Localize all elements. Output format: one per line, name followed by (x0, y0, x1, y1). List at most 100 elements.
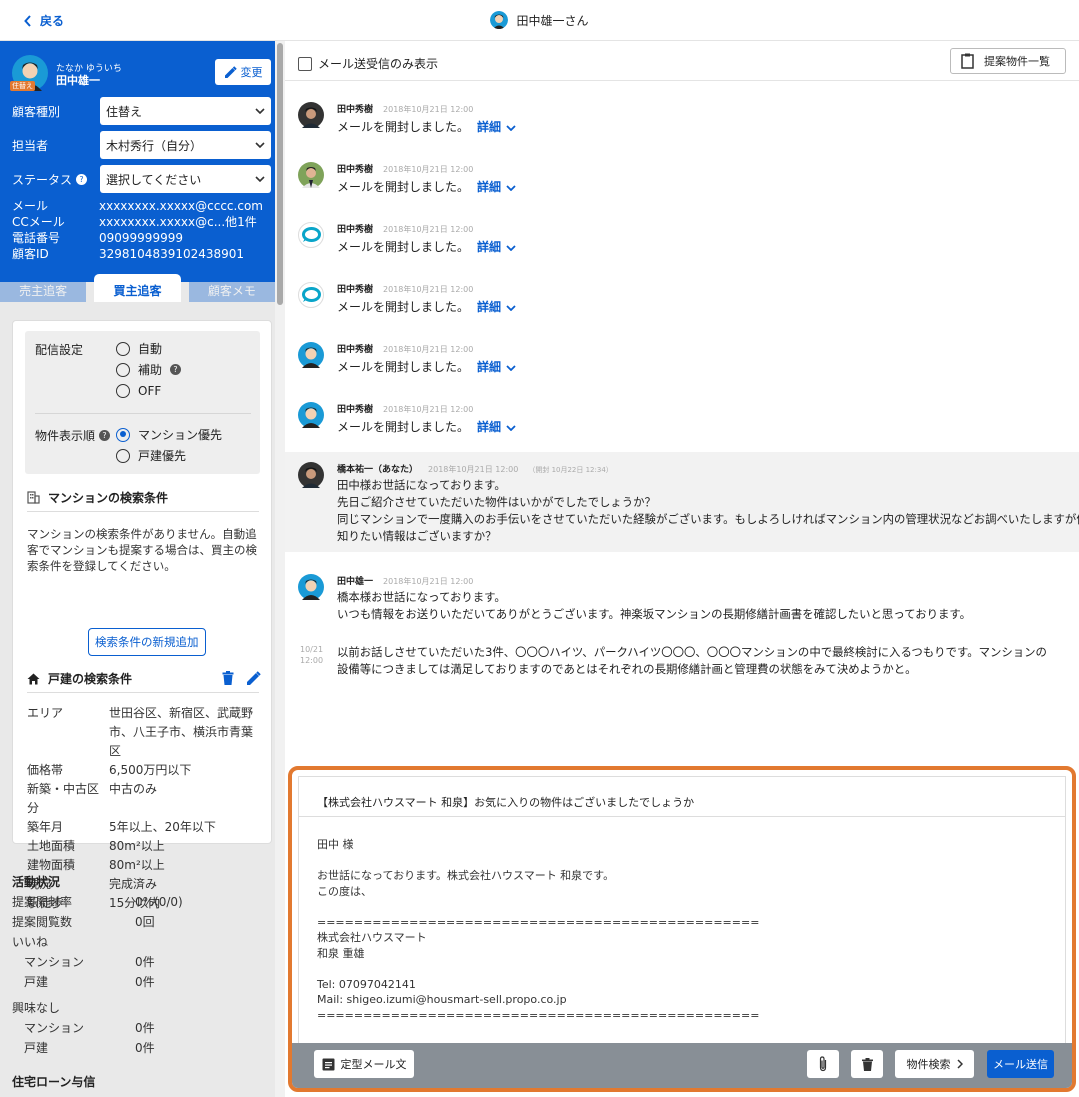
stat-key: 興味なし (12, 1001, 61, 1015)
help-icon[interactable]: ? (99, 430, 111, 441)
event-header: 田中秀樹 2018年10月21日 12:00 (337, 162, 473, 175)
assignee-row: 担当者 木村秀行（自分） (12, 131, 271, 159)
event-text: メールを開封しました。 (337, 180, 470, 194)
pencil-icon[interactable] (246, 671, 261, 686)
event-header: 田中秀樹 2018年10月21日 12:00 (337, 402, 473, 415)
tab-memo[interactable]: 顧客メモ (188, 282, 275, 302)
scrollbar-thumb[interactable] (277, 43, 283, 305)
detail-toggle[interactable]: 詳細 (477, 179, 516, 196)
detail-label: 詳細 (477, 360, 502, 374)
customer-type-select[interactable]: 住替え (100, 97, 271, 125)
delivery-auto-radio[interactable]: 自動 (116, 338, 181, 359)
order-label: 物件表示順? (35, 427, 111, 444)
stat-row: 提案閲覧数 0回 (12, 912, 262, 932)
stat-key: 戸建 (12, 1041, 49, 1055)
help-icon[interactable]: ? (76, 173, 88, 185)
event-timestamp: 2018年10月21日 12:00 (383, 405, 474, 414)
tab-buyer[interactable]: 買主追客 (94, 274, 181, 302)
property-search-button[interactable]: 物件検索 (895, 1050, 974, 1078)
attach-button[interactable] (807, 1050, 839, 1078)
only-mail-label: メール送受信のみ表示 (318, 57, 439, 71)
message-opened-status: （開封 10月22日 12:34） (528, 466, 613, 474)
condition-key: 土地面積 (27, 839, 76, 853)
body-line: この度は、 (317, 884, 372, 898)
top-bar: 戻る 田中雄一さん (0, 0, 1079, 41)
event-author: 田中秀樹 (337, 225, 374, 235)
subject-field[interactable]: 【株式会社ハウスマート 和泉】お気に入りの物件はございましたでしょうか (298, 776, 1066, 816)
order-mansion-radio[interactable]: マンション優先 (116, 424, 222, 445)
help-icon[interactable]: ? (170, 364, 182, 375)
customer-name: 田中雄一 (56, 74, 100, 87)
add-search-condition-button[interactable]: 検索条件の新規追加 (88, 628, 206, 656)
condition-key: 築年月 (27, 820, 64, 834)
email-value[interactable]: xxxxxxxx.xxxxx@cccc.com (99, 198, 263, 214)
message-line: 田中様お世話になっております。 (337, 478, 506, 492)
message-line: 先日ご紹介させていただいた物件はいかがでしたでしょうか？ (337, 495, 656, 509)
status-select[interactable]: 選択してください (100, 165, 271, 193)
send-mail-button[interactable]: メール送信 (987, 1050, 1054, 1078)
condition-value: 80m²以上 (109, 839, 165, 853)
stat-key: マンション (12, 1021, 85, 1035)
event-author: 田中秀樹 (337, 165, 374, 175)
cc-email-label: CCメール (12, 215, 65, 229)
event-author: 田中秀樹 (337, 405, 374, 415)
stat-value: 0件 (135, 955, 155, 969)
customer-type-row: 顧客種別 住替え (12, 97, 271, 125)
customer-id-row: 顧客ID 3298104839102438901 (12, 246, 263, 262)
cc-email-value[interactable]: xxxxxxxx.xxxxx@c...他1件 (99, 214, 257, 230)
delivery-off-radio[interactable]: OFF (116, 380, 181, 401)
template-button[interactable]: 定型メール文 (314, 1050, 414, 1078)
message-line: 橋本様お世話になっております。 (337, 590, 506, 604)
detail-label: 詳細 (477, 300, 502, 314)
assignee-select[interactable]: 木村秀行（自分） (100, 131, 271, 159)
event-text: メールを開封しました。 (337, 360, 470, 374)
divider (27, 511, 259, 512)
message-body: 橋本様お世話になっております。 いつも情報をお送りいただいてありがとうございます… (337, 589, 971, 623)
message-timestamp: 2018年10月21日 12:00 (428, 465, 519, 474)
stat-row: 戸建 0件 (12, 1038, 262, 1058)
event-text: メールを開封しました。 (337, 240, 470, 254)
body-line: 田中 様 (317, 838, 354, 851)
order-house-radio[interactable]: 戸建優先 (116, 445, 222, 466)
proposals-button[interactable]: 提案物件一覧 (950, 48, 1066, 74)
chevron-down-icon (506, 244, 516, 251)
status-value: 選択してください (106, 172, 202, 187)
event-body: メールを開封しました。 詳細 (337, 179, 516, 196)
property-search-label: 物件検索 (906, 1058, 951, 1071)
detail-toggle[interactable]: 詳細 (477, 359, 516, 376)
phone-label: 電話番号 (12, 231, 61, 245)
stat-key: 戸建 (12, 975, 49, 989)
detail-toggle[interactable]: 詳細 (477, 419, 516, 436)
condition-row: 新築・中古区分 中古のみ (27, 780, 263, 818)
detail-toggle[interactable]: 詳細 (477, 119, 516, 136)
only-mail-checkbox[interactable]: メール送受信のみ表示 (298, 55, 438, 72)
contact-info: メール xxxxxxxx.xxxxx@cccc.com CCメール xxxxxxxx… (12, 198, 263, 262)
avatar (298, 462, 324, 488)
stat-key: マンション (12, 955, 85, 969)
detail-label: 詳細 (477, 240, 502, 254)
status-label-text: ステータス (12, 172, 73, 187)
trash-icon[interactable] (222, 671, 234, 686)
event-timestamp: 2018年10月21日 12:00 (383, 105, 474, 114)
condition-value: 中古のみ (109, 782, 158, 796)
mansion-section-title: マンションの検索条件 (27, 489, 168, 506)
delivery-assist-label: 補助 (138, 363, 163, 377)
message-panel: メール送受信のみ表示 提案物件一覧 田中秀樹 2018年10月21日 12:00 … (285, 41, 1079, 1097)
change-button[interactable]: 変更 (215, 59, 271, 85)
tab-seller[interactable]: 売主追客 (0, 282, 87, 302)
customer-badge: 住替え (10, 81, 35, 91)
detail-toggle[interactable]: 詳細 (477, 299, 516, 316)
body-line: ========================================… (317, 1008, 760, 1022)
delivery-assist-radio[interactable]: 補助? (116, 359, 182, 380)
detail-toggle[interactable]: 詳細 (477, 239, 516, 256)
activity-title: 活動状況 (12, 875, 61, 889)
mail-body-field[interactable]: 田中 様 お世話になっております。株式会社ハウスマート 和泉です。 この度は、 … (298, 816, 1066, 1044)
delivery-options: 自動 補助? OFF (116, 338, 182, 401)
delete-draft-button[interactable] (851, 1050, 883, 1078)
event-timestamp: 2018年10月21日 12:00 (383, 345, 474, 354)
event-author: 田中秀樹 (337, 345, 374, 355)
condition-key: 新築・中古区分 (27, 782, 100, 815)
chevron-right-icon (956, 1059, 963, 1069)
order-options: マンション優先 戸建優先 (116, 424, 222, 466)
scrollbar[interactable] (275, 41, 285, 1097)
